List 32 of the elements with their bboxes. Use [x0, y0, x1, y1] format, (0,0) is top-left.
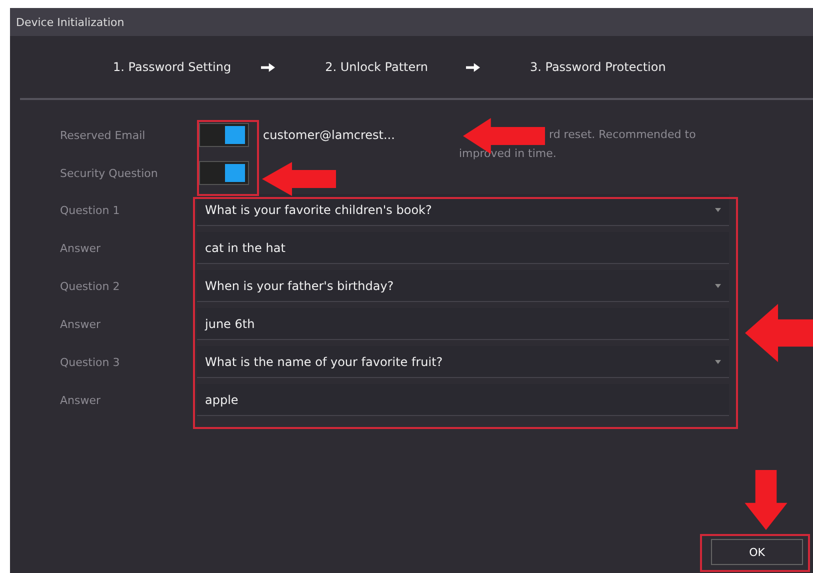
step-label: 1. Password Setting — [113, 60, 232, 74]
hint-text: rd reset. Recommended to — [548, 128, 697, 141]
field-label: Answer — [60, 242, 102, 254]
field-label: Security Question — [60, 166, 159, 180]
arrow-icon — [466, 62, 480, 72]
caret-icon — [715, 360, 721, 364]
email-value: customer@lamcrest... — [263, 128, 395, 142]
hint-text: improved in time. — [459, 147, 558, 160]
answer-field[interactable]: cat in the hat — [197, 232, 729, 264]
step-label: 3. Password Protection — [530, 60, 666, 74]
arrow-icon — [262, 162, 336, 196]
field-label: Question 1 — [60, 204, 121, 216]
arrow-icon — [745, 303, 813, 363]
toggle-switch[interactable] — [199, 161, 249, 185]
answer-field[interactable]: apple — [197, 384, 729, 416]
caret-icon — [715, 208, 721, 212]
toggle-switch[interactable] — [199, 123, 249, 147]
field-label: Answer — [60, 394, 102, 406]
ok-button[interactable]: OK — [711, 539, 803, 565]
window-title: Device Initialization — [16, 16, 124, 28]
step-label: 2. Unlock Pattern — [325, 60, 428, 74]
field-label: Question 3 — [60, 356, 121, 368]
arrow-icon — [261, 62, 276, 72]
field-label: Question 2 — [60, 280, 121, 292]
arrow-icon — [744, 470, 788, 530]
caret-icon — [715, 284, 721, 288]
field-label: Answer — [60, 318, 102, 330]
answer-field[interactable]: june 6th — [197, 308, 729, 340]
field-label: Reserved Email — [60, 128, 146, 142]
question-dropdown[interactable]: When is your father's birthday? — [197, 270, 729, 302]
question-dropdown[interactable]: What is your favorite children's book? — [197, 194, 729, 226]
question-dropdown[interactable]: What is the name of your favorite fruit? — [197, 346, 729, 378]
